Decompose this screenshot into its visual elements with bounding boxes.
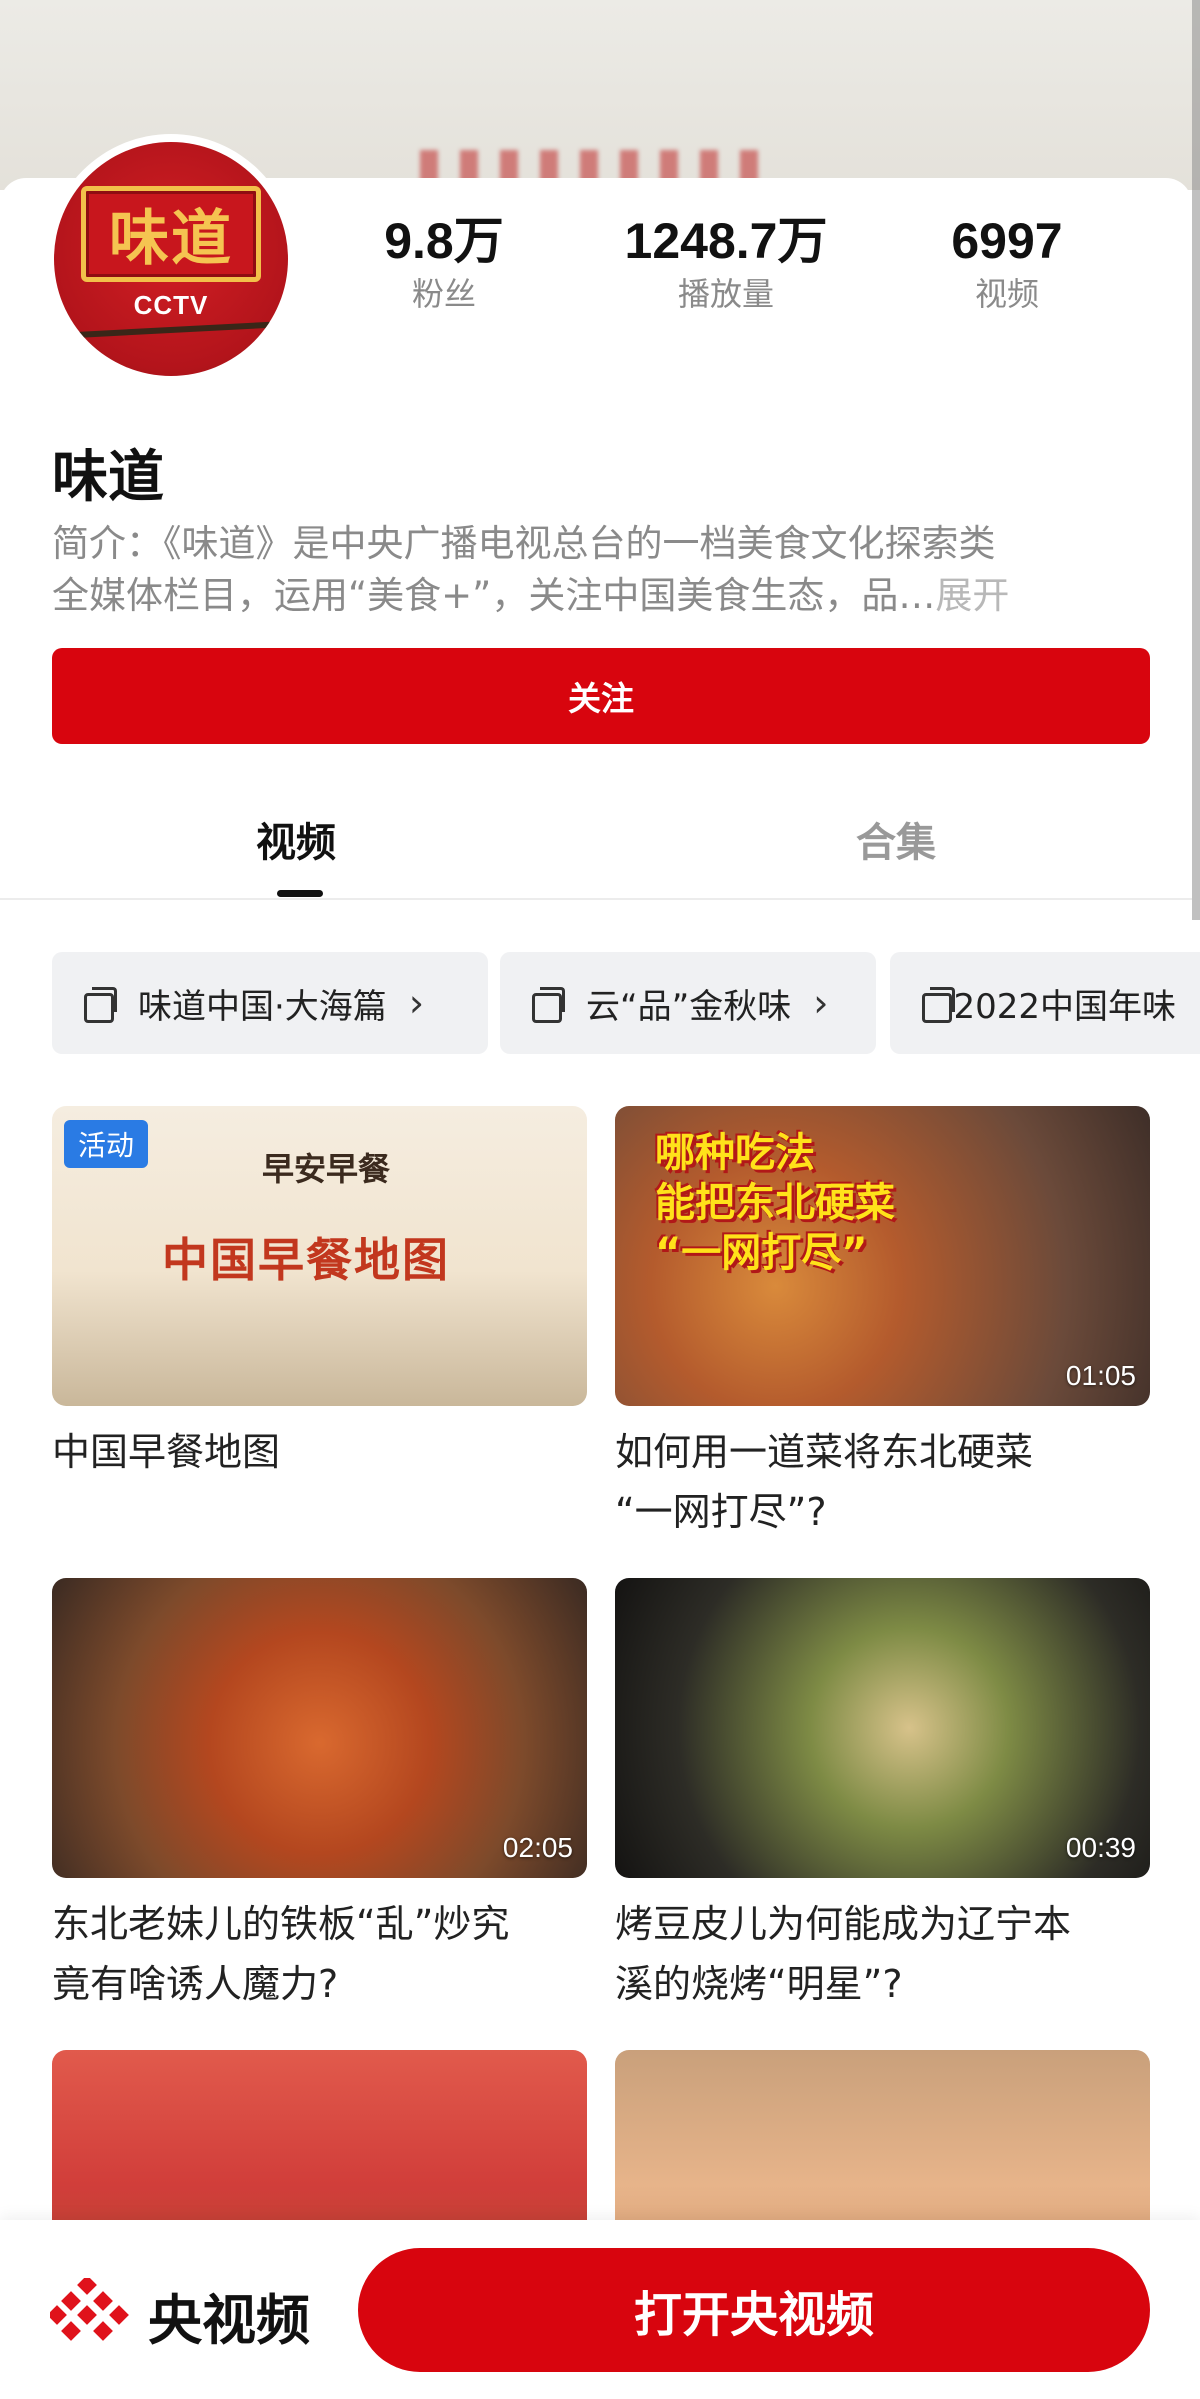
- avatar-logo: 味道 CCTV: [54, 142, 288, 376]
- video-title[interactable]: 东北老妹儿的铁板“乱”炒究 竟有啥诱人魔力?: [52, 1894, 587, 2014]
- video-card[interactable]: 02:05 东北老妹儿的铁板“乱”炒究 竟有啥诱人魔力?: [52, 1578, 587, 2014]
- collection-icon: [532, 987, 565, 1023]
- collection-chip[interactable]: 云“品”金秋味 ›: [500, 952, 876, 1054]
- thumbnail-title-line: 能把东北硬菜: [655, 1180, 895, 1226]
- collection-chip-label: 味道中国·大海篇: [138, 986, 387, 1027]
- bottom-app-bar: 央视频 打开央视频: [0, 2220, 1200, 2399]
- thumbnail-title: 中国早餐地图: [162, 1233, 450, 1287]
- video-title-line: “一网打尽”?: [615, 1490, 827, 1534]
- activity-badge: 活动: [64, 1120, 149, 1168]
- video-thumbnail[interactable]: 00:39: [615, 1578, 1150, 1878]
- tab-videos[interactable]: 视频: [256, 810, 336, 868]
- avatar[interactable]: 味道 CCTV: [46, 134, 296, 384]
- video-card[interactable]: 00:39 烤豆皮儿为何能成为辽宁本 溪的烧烤“明星”?: [615, 1578, 1150, 2014]
- yangshipin-logo-icon: [50, 2278, 129, 2341]
- thumbnail-subtitle: 早安早餐: [262, 1150, 391, 1188]
- video-title[interactable]: 中国早餐地图: [52, 1422, 587, 1482]
- channel-name: 味道: [52, 445, 164, 510]
- stat-label: 粉丝: [411, 275, 476, 313]
- intro-line-1: 简介：《味道》是中央广播电视总台的一档美食文化探索类: [52, 522, 996, 565]
- expand-link[interactable]: 展开: [935, 574, 1009, 617]
- cctv-logo: CCTV: [133, 289, 209, 320]
- stat-value: 9.8万: [384, 213, 504, 269]
- stat-plays: 1248.7万 播放量: [616, 210, 836, 316]
- video-title[interactable]: 烤豆皮儿为何能成为辽宁本 溪的烧烤“明星”?: [615, 1894, 1150, 2014]
- video-title-line: 东北老妹儿的铁板“乱”炒究: [52, 1902, 510, 1946]
- stat-value: 1248.7万: [624, 213, 828, 269]
- tab-collections[interactable]: 合集: [856, 810, 936, 868]
- video-thumbnail[interactable]: 早安早餐 中国早餐地图 活动: [52, 1106, 587, 1406]
- content-tabs: 视频 合集: [0, 790, 1192, 900]
- active-tab-indicator: [277, 890, 323, 897]
- video-duration: 00:39: [1065, 1832, 1136, 1863]
- chopsticks-graphic: [70, 321, 272, 338]
- video-duration: 01:05: [1065, 1360, 1136, 1391]
- follow-button[interactable]: 关注: [52, 648, 1150, 744]
- stat-label: 播放量: [677, 275, 774, 313]
- collection-chip-label: 云“品”金秋味: [586, 986, 792, 1027]
- intro-line-2-text: 全媒体栏目，运用“美食+”，关注中国美食生态，品…: [52, 574, 936, 617]
- video-card[interactable]: 哪种吃法 能把东北硬菜 “一网打尽” 01:05 如何用一道菜将东北硬菜 “一网…: [615, 1106, 1150, 1542]
- collection-chip[interactable]: 味道中国·大海篇 ›: [52, 952, 488, 1054]
- video-duration: 02:05: [502, 1832, 573, 1863]
- scrollbar[interactable]: [1192, 0, 1200, 920]
- collection-icon: [84, 987, 117, 1023]
- collection-chip-label: 2022中国年味: [953, 986, 1176, 1027]
- video-title-line: 烤豆皮儿为何能成为辽宁本: [615, 1902, 1072, 1946]
- intro-line-2: 全媒体栏目，运用“美食+”，关注中国美食生态，品…展开: [52, 570, 1152, 622]
- video-title-line: 如何用一道菜将东北硬菜: [615, 1430, 1034, 1474]
- video-thumbnail[interactable]: 02:05: [52, 1578, 587, 1878]
- open-app-button[interactable]: 打开央视频: [358, 2248, 1150, 2372]
- logo-plate: 味道: [81, 185, 261, 282]
- brand-name: 央视频: [148, 2289, 310, 2352]
- avatar-logo-text: 味道: [109, 204, 233, 274]
- video-title[interactable]: 如何用一道菜将东北硬菜 “一网打尽”?: [615, 1422, 1150, 1542]
- chevron-right-icon: ›: [408, 981, 425, 1025]
- video-title-line: 竟有啥诱人魔力?: [52, 1962, 339, 2006]
- chevron-right-icon: ›: [813, 981, 829, 1025]
- video-card[interactable]: 早安早餐 中国早餐地图 活动 中国早餐地图: [52, 1106, 587, 1482]
- stat-videos: 6997 视频: [897, 210, 1117, 316]
- stat-value: 6997: [951, 213, 1063, 269]
- channel-intro[interactable]: 简介：《味道》是中央广播电视总台的一档美食文化探索类 全媒体栏目，运用“美食+”…: [52, 518, 1152, 622]
- thumbnail-title: 哪种吃法 能把东北硬菜 “一网打尽”: [655, 1128, 895, 1278]
- stat-label: 视频: [974, 275, 1039, 313]
- stat-followers: 9.8万 粉丝: [334, 210, 554, 316]
- video-thumbnail[interactable]: 哪种吃法 能把东北硬菜 “一网打尽” 01:05: [615, 1106, 1150, 1406]
- thumbnail-title-line: 哪种吃法: [655, 1130, 815, 1176]
- video-title-line: 溪的烧烤“明星”?: [615, 1962, 903, 2006]
- collection-icon: [922, 987, 957, 1023]
- thumbnail-title-line: “一网打尽”: [655, 1230, 868, 1276]
- collection-chip[interactable]: 2022中国年味: [890, 952, 1200, 1054]
